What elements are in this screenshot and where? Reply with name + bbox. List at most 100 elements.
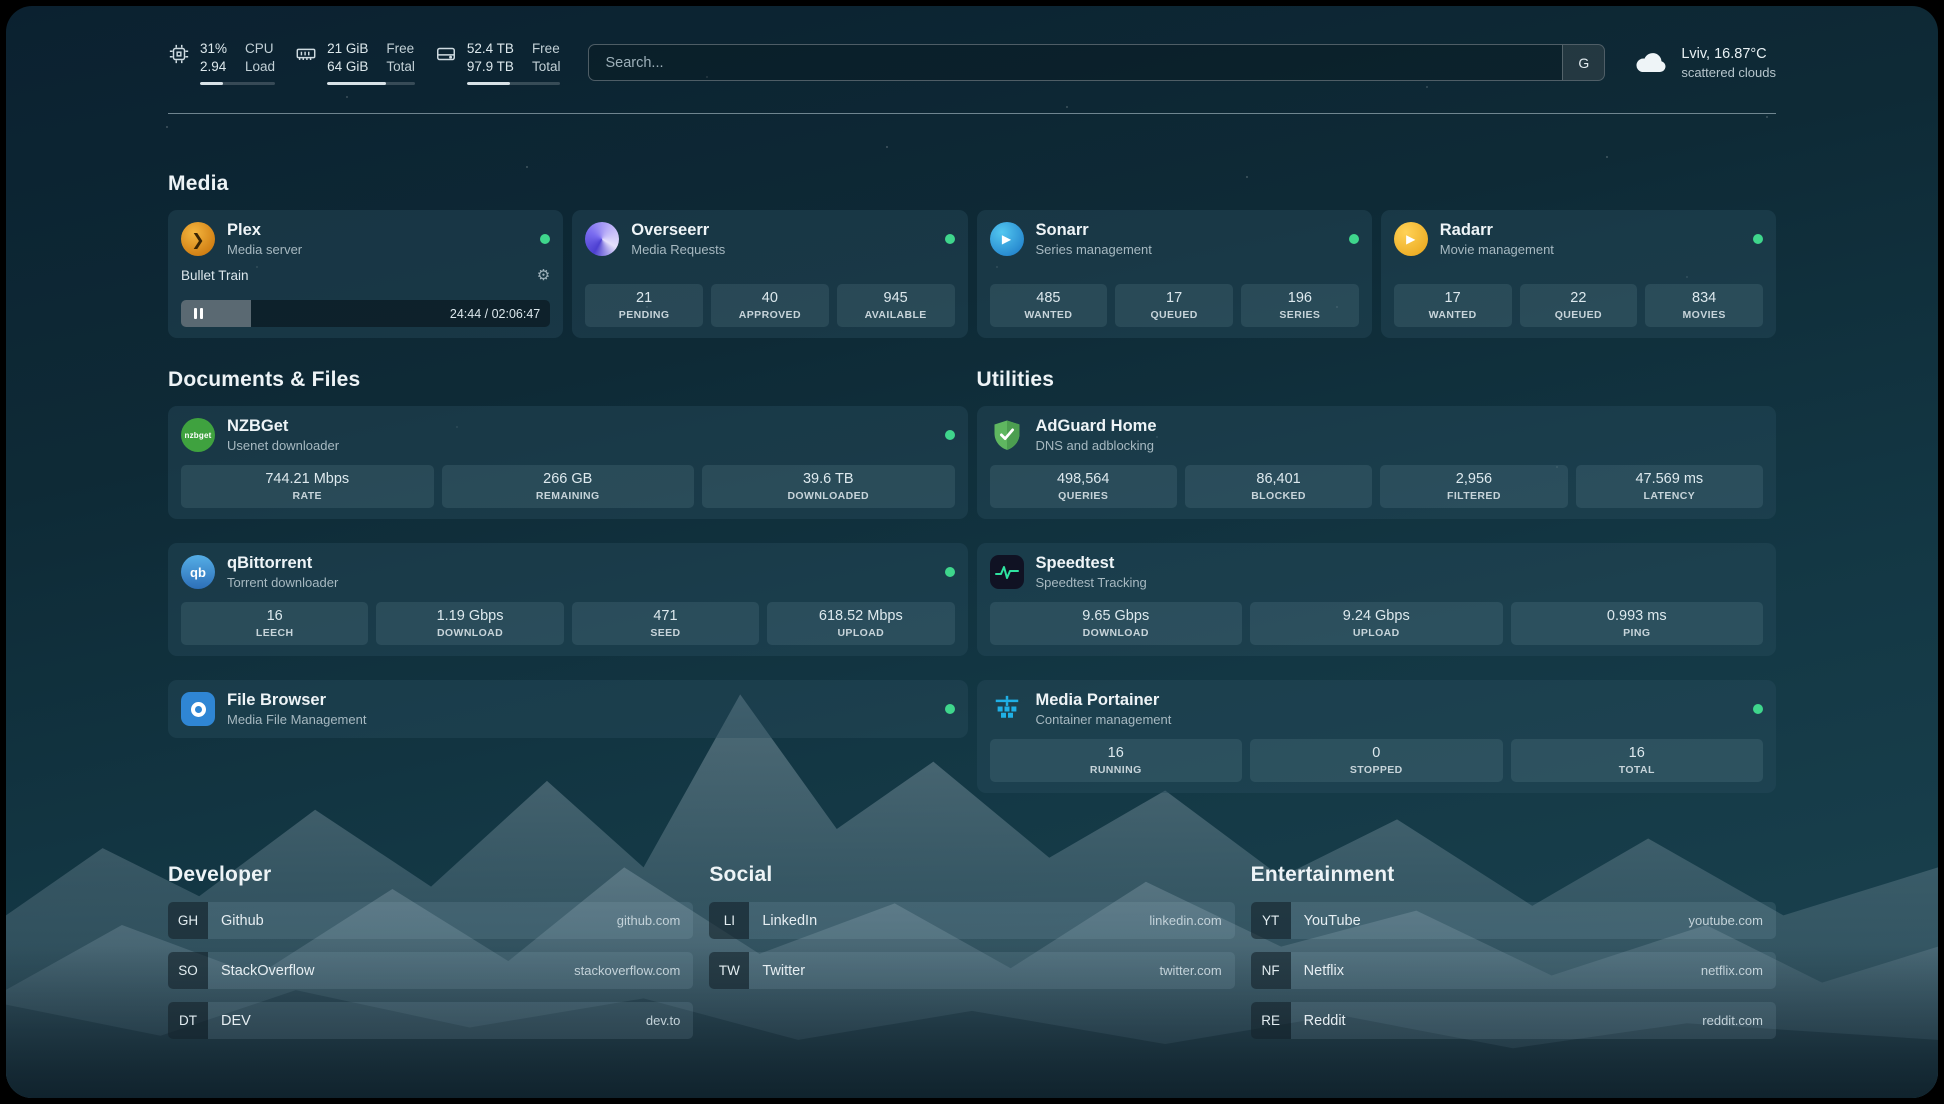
bookmark-url: stackoverflow.com: [574, 963, 680, 978]
service-name: Media Portainer: [1036, 691, 1172, 710]
stat-value: 9.65 Gbps: [1082, 608, 1149, 624]
status-dot: [945, 430, 955, 440]
service-card-portainer[interactable]: Media Portainer Container management 16 …: [977, 680, 1777, 793]
bookmark-netflix[interactable]: NF Netflix netflix.com: [1251, 952, 1776, 989]
bookmark-stackoverflow[interactable]: SO StackOverflow stackoverflow.com: [168, 952, 693, 989]
bookmark-youtube[interactable]: YT YouTube youtube.com: [1251, 902, 1776, 939]
gear-icon[interactable]: ⚙: [537, 266, 550, 284]
search-bar: G: [588, 44, 1605, 81]
disk-free-value: 52.4 TB: [467, 40, 514, 58]
service-name: Radarr: [1440, 221, 1554, 240]
bookmark-abbr: DT: [168, 1002, 208, 1039]
service-name: qBittorrent: [227, 554, 338, 573]
stat-label: WANTED: [1024, 309, 1072, 321]
search-provider-button[interactable]: G: [1562, 45, 1604, 80]
status-dot: [945, 704, 955, 714]
stat-label: RATE: [293, 490, 322, 502]
player-time: 24:44 / 02:06:47: [450, 307, 550, 321]
bookmark-group-title: Social: [709, 863, 1234, 887]
service-card-radarr[interactable]: ▶ Radarr Movie management 17 WANTED: [1381, 210, 1776, 338]
service-card-overseerr[interactable]: Overseerr Media Requests 21 PENDING: [572, 210, 967, 338]
bookmark-abbr: GH: [168, 902, 208, 939]
stat-label: QUEUED: [1555, 309, 1602, 321]
bookmark-twitter[interactable]: TW Twitter twitter.com: [709, 952, 1234, 989]
bookmark-name: StackOverflow: [221, 963, 314, 979]
memory-widget: 21 GiB 64 GiB Free Total: [295, 40, 415, 85]
service-subtitle: Usenet downloader: [227, 438, 339, 453]
stat-label: UPLOAD: [1353, 627, 1400, 639]
cpu-load: 2.94: [200, 58, 227, 76]
section-utilities: Utilities: [977, 368, 1777, 793]
portainer-crane-icon: [990, 692, 1024, 726]
stat-value: 266 GB: [543, 471, 592, 487]
stat-value: 196: [1288, 290, 1312, 306]
bookmark-github[interactable]: GH Github github.com: [168, 902, 693, 939]
stat-label: REMAINING: [536, 490, 600, 502]
stat-value: 0: [1372, 745, 1380, 761]
stat-label: WANTED: [1429, 309, 1477, 321]
cloud-icon: [1633, 50, 1669, 76]
section-title-utilities: Utilities: [977, 368, 1777, 392]
cpu-chip-icon: [168, 43, 190, 65]
stat-value: 22: [1570, 290, 1586, 306]
stat-value: 744.21 Mbps: [265, 471, 349, 487]
stat-queries: 498,564 QUERIES: [990, 465, 1177, 508]
top-bar: 31% 2.94 CPU Load: [6, 6, 1938, 85]
stat-label: SERIES: [1279, 309, 1320, 321]
stat-series: 196 SERIES: [1241, 284, 1359, 327]
service-card-nzbget[interactable]: nzbget NZBGet Usenet downloader 744.21 M…: [168, 406, 968, 519]
stat-movies: 834 MOVIES: [1645, 284, 1763, 327]
bookmark-dev[interactable]: DT DEV dev.to: [168, 1002, 693, 1039]
stat-running: 16 RUNNING: [990, 739, 1243, 782]
search-input[interactable]: [589, 45, 1562, 80]
stat-label: FILTERED: [1447, 490, 1501, 502]
stat-value: 21: [636, 290, 652, 306]
now-playing-title: Bullet Train: [181, 268, 249, 283]
service-card-qbittorrent[interactable]: qb qBittorrent Torrent downloader 16: [168, 543, 968, 656]
bookmark-abbr: NF: [1251, 952, 1291, 989]
stat-value: 471: [653, 608, 677, 624]
stat-value: 834: [1692, 290, 1716, 306]
ram-icon: [295, 43, 317, 65]
service-card-filebrowser[interactable]: File Browser Media File Management: [168, 680, 968, 738]
service-card-adguard[interactable]: AdGuard Home DNS and adblocking 498,564 …: [977, 406, 1777, 519]
service-name: Plex: [227, 221, 302, 240]
service-card-speedtest[interactable]: Speedtest Speedtest Tracking 9.65 Gbps D…: [977, 543, 1777, 656]
bookmark-linkedin[interactable]: LI LinkedIn linkedin.com: [709, 902, 1234, 939]
bookmark-group-social: Social LI LinkedIn linkedin.com TW Twitt…: [709, 863, 1234, 1039]
service-subtitle: Media File Management: [227, 712, 366, 727]
cpu-percent: 31%: [200, 40, 227, 58]
stat-label: STOPPED: [1350, 764, 1403, 776]
disk-usage-bar: [467, 82, 561, 85]
bookmark-url: github.com: [617, 913, 681, 928]
plex-player-bar: 24:44 / 02:06:47: [181, 300, 550, 327]
qbittorrent-icon: qb: [181, 555, 215, 589]
bookmark-group-developer: Developer GH Github github.com SO StackO…: [168, 863, 693, 1039]
status-dot: [945, 567, 955, 577]
speedtest-icon: [990, 555, 1024, 589]
stat-rate: 744.21 Mbps RATE: [181, 465, 434, 508]
disk-total-label: Total: [532, 58, 561, 76]
bookmark-reddit[interactable]: RE Reddit reddit.com: [1251, 1002, 1776, 1039]
stat-available: 945 AVAILABLE: [837, 284, 955, 327]
pause-button[interactable]: [181, 300, 215, 327]
stat-blocked: 86,401 BLOCKED: [1185, 465, 1372, 508]
stat-label: DOWNLOADED: [787, 490, 869, 502]
header-divider: [168, 113, 1776, 114]
stat-filtered: 2,956 FILTERED: [1380, 465, 1567, 508]
stat-value: 618.52 Mbps: [819, 608, 903, 624]
bookmark-name: YouTube: [1304, 913, 1361, 929]
stat-value: 2,956: [1456, 471, 1492, 487]
bookmark-name: Netflix: [1304, 963, 1344, 979]
stat-label: DOWNLOAD: [437, 627, 503, 639]
service-card-plex[interactable]: ❯ Plex Media server Bullet Train ⚙: [168, 210, 563, 338]
service-subtitle: Media server: [227, 242, 302, 257]
bookmark-name: Github: [221, 913, 264, 929]
weather-widget: Lviv, 16.87°C scattered clouds: [1633, 46, 1776, 80]
section-title-documents: Documents & Files: [168, 368, 968, 392]
service-name: Overseerr: [631, 221, 725, 240]
stat-label: LATENCY: [1644, 490, 1696, 502]
stat-value: 16: [1629, 745, 1645, 761]
service-card-sonarr[interactable]: ▶ Sonarr Series management 485 WANTED: [977, 210, 1372, 338]
stat-value: 485: [1036, 290, 1060, 306]
